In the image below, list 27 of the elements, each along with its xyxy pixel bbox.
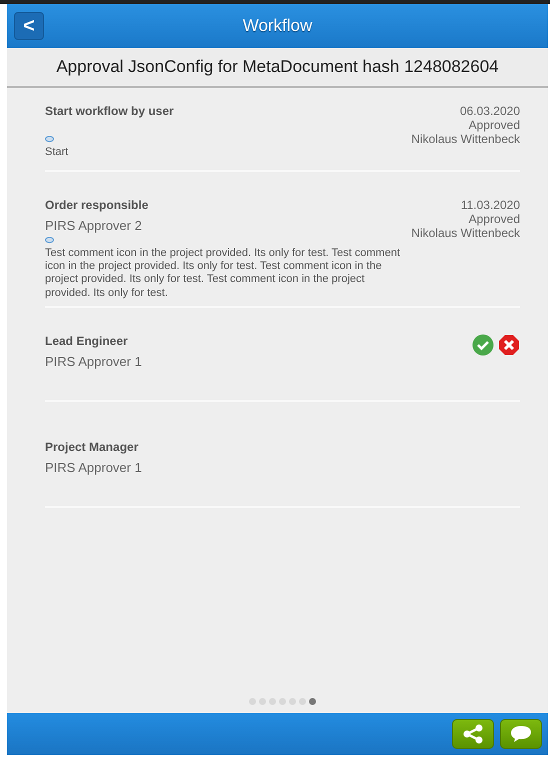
step-title: Project Manager (45, 440, 140, 454)
reject-icon[interactable] (498, 334, 520, 356)
step-date: 11.03.2020 (460, 198, 520, 212)
approver-name: PIRS Approver 2 (45, 218, 143, 233)
approver-name: PIRS Approver 1 (45, 460, 142, 475)
approver-name: PIRS Approver 1 (45, 354, 142, 369)
speech-bubble-icon (509, 724, 533, 744)
share-button[interactable] (452, 719, 494, 749)
document-title: Approval JsonConfig for MetaDocument hash 1248082604 (7, 48, 548, 88)
header-title: Workflow (242, 16, 312, 36)
approve-icon[interactable] (472, 334, 494, 356)
comment-icon (45, 237, 54, 244)
comment-button[interactable] (500, 719, 542, 749)
comment-text: Start (45, 146, 70, 160)
step-status: Approved (468, 212, 520, 226)
step-user: Nikolaus Wittenbeck (411, 226, 520, 240)
back-button[interactable]: < (14, 12, 44, 40)
comment-text: Test comment icon in the project provided. Its only for test. Test comment icon in the project provided. Its only for test. Test comment icon in the project provided. Its only for test. Test comment icon in the project provided. Its only for test. (45, 247, 402, 300)
step-date: 06.03.2020 (460, 104, 520, 118)
step-title: Start workflow by user (45, 104, 174, 118)
step-user: Nikolaus Wittenbeck (411, 132, 520, 146)
step-title: Order responsible (45, 198, 150, 212)
share-icon (462, 724, 484, 744)
step-status: Approved (468, 118, 520, 132)
page-dot[interactable] (309, 698, 316, 705)
step-title: Lead Engineer (45, 334, 129, 348)
comment-icon (45, 136, 54, 143)
